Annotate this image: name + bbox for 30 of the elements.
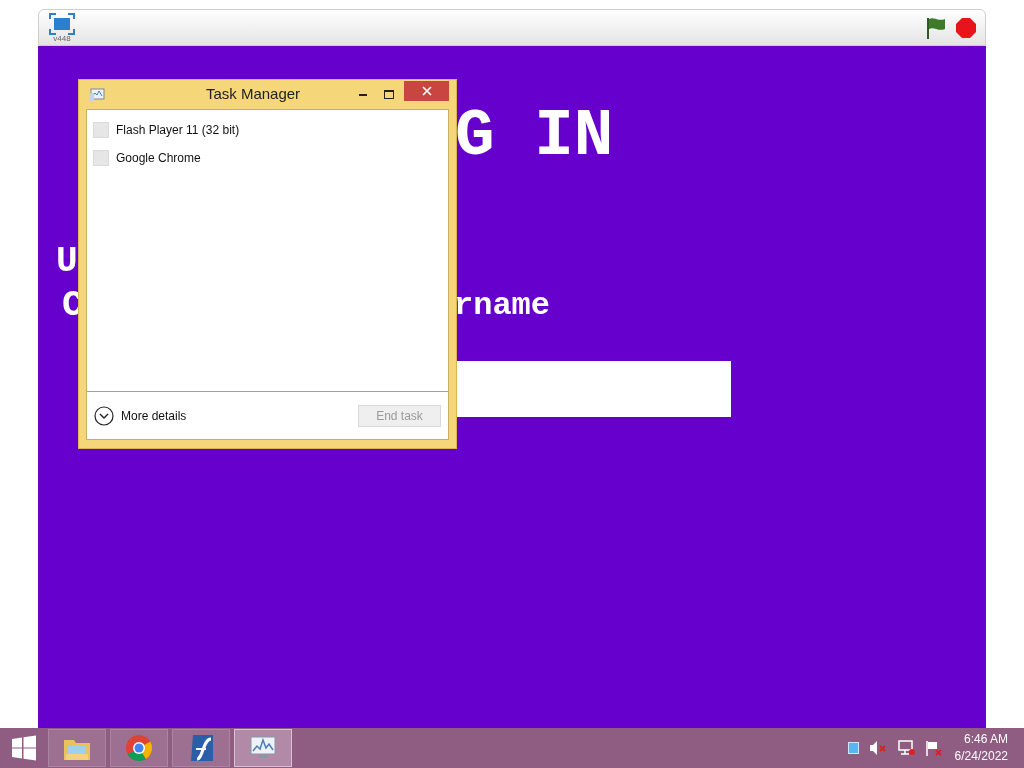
close-icon [421, 85, 432, 96]
version-label: v448 [53, 34, 71, 43]
windows-icon [11, 735, 37, 761]
chrome-icon [125, 734, 153, 762]
clock-date: 6/24/2022 [954, 748, 1008, 765]
tray-icon[interactable] [847, 742, 859, 754]
taskbar-app[interactable] [48, 729, 106, 767]
stage-text: G IN [455, 104, 614, 170]
taskbar-app[interactable] [110, 729, 168, 767]
chevron-down-icon [94, 405, 114, 426]
stop-icon[interactable] [955, 16, 977, 39]
window-title: Task Manager [204, 84, 302, 105]
process-item[interactable]: Flash Player 11 (32 bit) [87, 116, 448, 144]
stage-text: rname [454, 290, 550, 322]
fullscreen-icon[interactable] [49, 12, 75, 35]
stage-text: U [56, 244, 78, 280]
flag-start-icon[interactable] [925, 15, 947, 40]
more-details-button[interactable]: More details [94, 405, 187, 426]
app-icon [93, 122, 109, 138]
network-icon[interactable] [896, 740, 915, 756]
taskbar-app[interactable] [172, 729, 230, 767]
process-item[interactable]: Google Chrome [87, 144, 448, 172]
app-icon [93, 150, 109, 166]
clock[interactable]: 6:46 AM 6/24/2022 [954, 731, 1024, 765]
task-manager-icon [88, 86, 106, 103]
answer-field[interactable] [457, 361, 731, 417]
flag-icon[interactable] [924, 740, 943, 756]
muted-speaker-icon[interactable] [868, 740, 887, 756]
clock-time: 6:46 AM [963, 731, 1008, 748]
taskbar-app[interactable] [234, 729, 292, 767]
